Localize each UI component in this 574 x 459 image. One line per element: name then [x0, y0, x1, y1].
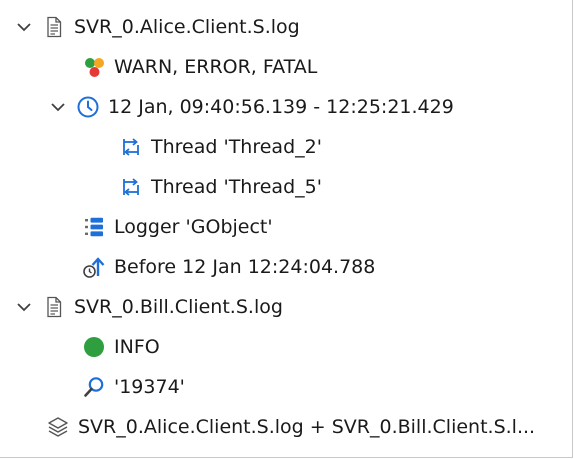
time-range-label: 12 Jan, 09:40:56.139 - 12:25:21.429: [108, 96, 454, 118]
document-icon: [47, 16, 62, 38]
file-name-label: SVR_0.Alice.Client.S.log: [74, 16, 300, 38]
thread-label: Thread 'Thread_2': [151, 136, 322, 158]
info-level-label: INFO: [114, 336, 160, 358]
log-levels-label: WARN, ERROR, FATAL: [114, 56, 318, 78]
log-levels-icon: [85, 58, 104, 77]
file-name-label: SVR_0.Bill.Client.S.log: [74, 296, 283, 318]
search-icon: [84, 377, 104, 397]
search-label: '19374': [114, 376, 185, 398]
tree-node-merged[interactable]: SVR_0.Alice.Client.S.log + SVR_0.Bill.Cl…: [46, 407, 535, 447]
tree-node-time-range[interactable]: 12 Jan, 09:40:56.139 - 12:25:21.429: [50, 87, 454, 127]
thread-label: Thread 'Thread_5': [151, 176, 322, 198]
tree-node-thread-2[interactable]: Thread 'Thread_2': [119, 127, 322, 167]
chevron-down-icon[interactable]: [16, 19, 32, 35]
logger-icon: [85, 217, 103, 237]
document-icon: [47, 296, 62, 318]
info-level-icon: [84, 337, 104, 357]
clock-icon: [77, 96, 99, 118]
tree-node-logger[interactable]: Logger 'GObject': [82, 207, 273, 247]
tree-node-log-levels[interactable]: WARN, ERROR, FATAL: [82, 47, 317, 87]
thread-icon: [123, 138, 139, 156]
tree-node-thread-5[interactable]: Thread 'Thread_5': [119, 167, 322, 207]
tree-node-time-before[interactable]: Before 12 Jan 12:24:04.788: [82, 247, 375, 287]
time-before-icon: [83, 257, 105, 278]
thread-icon: [123, 178, 139, 196]
tree-view: SVR_0.Alice.Client.S.log WARN, ERROR, FA…: [0, 0, 573, 458]
tree-node-search[interactable]: '19374': [82, 367, 185, 407]
tree-node-file-alice[interactable]: SVR_0.Alice.Client.S.log: [16, 7, 300, 47]
tree-node-info-level[interactable]: INFO: [82, 327, 160, 367]
layers-icon: [48, 417, 68, 437]
time-before-label: Before 12 Jan 12:24:04.788: [114, 256, 376, 278]
merged-label: SVR_0.Alice.Client.S.log + SVR_0.Bill.Cl…: [78, 416, 536, 438]
logger-label: Logger 'GObject': [114, 216, 273, 238]
chevron-down-icon[interactable]: [50, 99, 66, 115]
tree-node-file-bill[interactable]: SVR_0.Bill.Client.S.log: [16, 287, 283, 327]
chevron-down-icon[interactable]: [16, 299, 32, 315]
